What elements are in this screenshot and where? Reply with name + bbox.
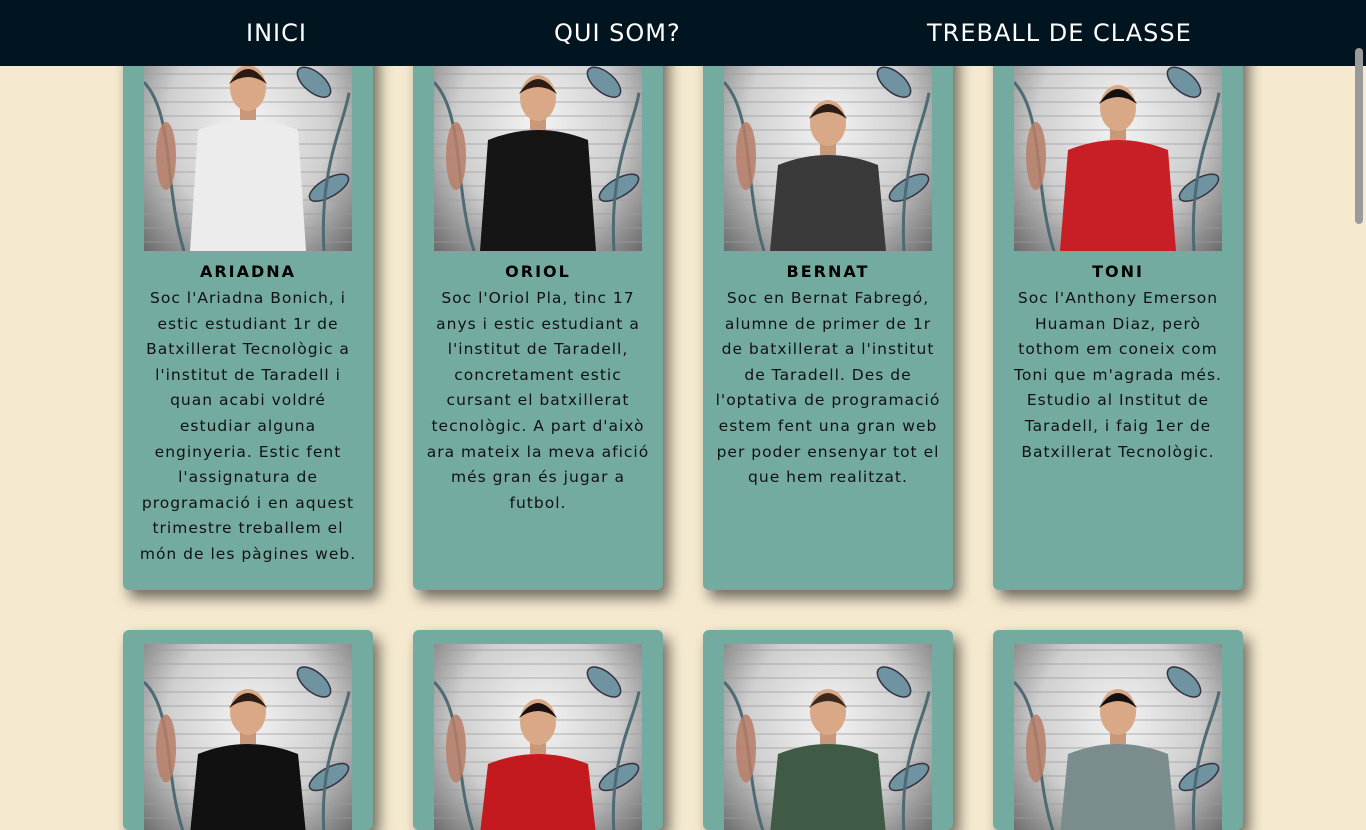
portrait-image bbox=[434, 649, 642, 830]
student-bio: Soc l'Ariadna Bonich, i estic estudiant … bbox=[139, 289, 357, 563]
portrait-image bbox=[724, 45, 932, 251]
student-card-bernat: BERNAT Soc en Bernat Fabregó, alumne de … bbox=[703, 40, 953, 590]
nav-link-qui-som[interactable]: QUI SOM? bbox=[554, 0, 681, 66]
student-photo bbox=[724, 644, 932, 830]
top-navigation: INICI QUI SOM? TREBALL DE CLASSE bbox=[0, 0, 1366, 66]
student-card bbox=[703, 630, 953, 830]
student-name: ORIOL bbox=[505, 262, 571, 281]
portrait-image bbox=[1014, 45, 1222, 251]
student-photo bbox=[144, 40, 352, 251]
student-photo bbox=[1014, 40, 1222, 251]
student-name: ARIADNA bbox=[199, 262, 297, 281]
student-grid: ARIADNA Soc l'Ariadna Bonich, i estic es… bbox=[0, 0, 1366, 830]
student-card bbox=[123, 630, 373, 830]
nav-link-treball-de-classe[interactable]: TREBALL DE CLASSE bbox=[927, 0, 1192, 66]
student-photo bbox=[434, 644, 642, 830]
student-card-ariadna: ARIADNA Soc l'Ariadna Bonich, i estic es… bbox=[123, 40, 373, 590]
student-photo bbox=[724, 40, 932, 251]
student-photo bbox=[144, 644, 352, 830]
student-name: TONI bbox=[1092, 262, 1144, 281]
student-photo bbox=[434, 40, 642, 251]
portrait-image bbox=[434, 45, 642, 251]
student-bio: Soc l'Oriol Pla, tinc 17 anys i estic es… bbox=[426, 289, 650, 512]
portrait-image bbox=[144, 649, 352, 830]
student-card-oriol: ORIOL Soc l'Oriol Pla, tinc 17 anys i es… bbox=[413, 40, 663, 590]
student-card bbox=[413, 630, 663, 830]
student-card bbox=[993, 630, 1243, 830]
portrait-image bbox=[1014, 649, 1222, 830]
portrait-image bbox=[144, 45, 352, 251]
student-bio: Soc en Bernat Fabregó, alumne de primer … bbox=[715, 289, 941, 487]
student-bio: Soc l'Anthony Emerson Huaman Diaz, però … bbox=[1014, 289, 1222, 461]
scrollbar-thumb[interactable] bbox=[1355, 48, 1363, 224]
nav-link-inici[interactable]: INICI bbox=[246, 0, 307, 66]
student-name: BERNAT bbox=[786, 262, 870, 281]
student-card-toni: TONI Soc l'Anthony Emerson Huaman Diaz, … bbox=[993, 40, 1243, 590]
student-photo bbox=[1014, 644, 1222, 830]
portrait-image bbox=[724, 649, 932, 830]
